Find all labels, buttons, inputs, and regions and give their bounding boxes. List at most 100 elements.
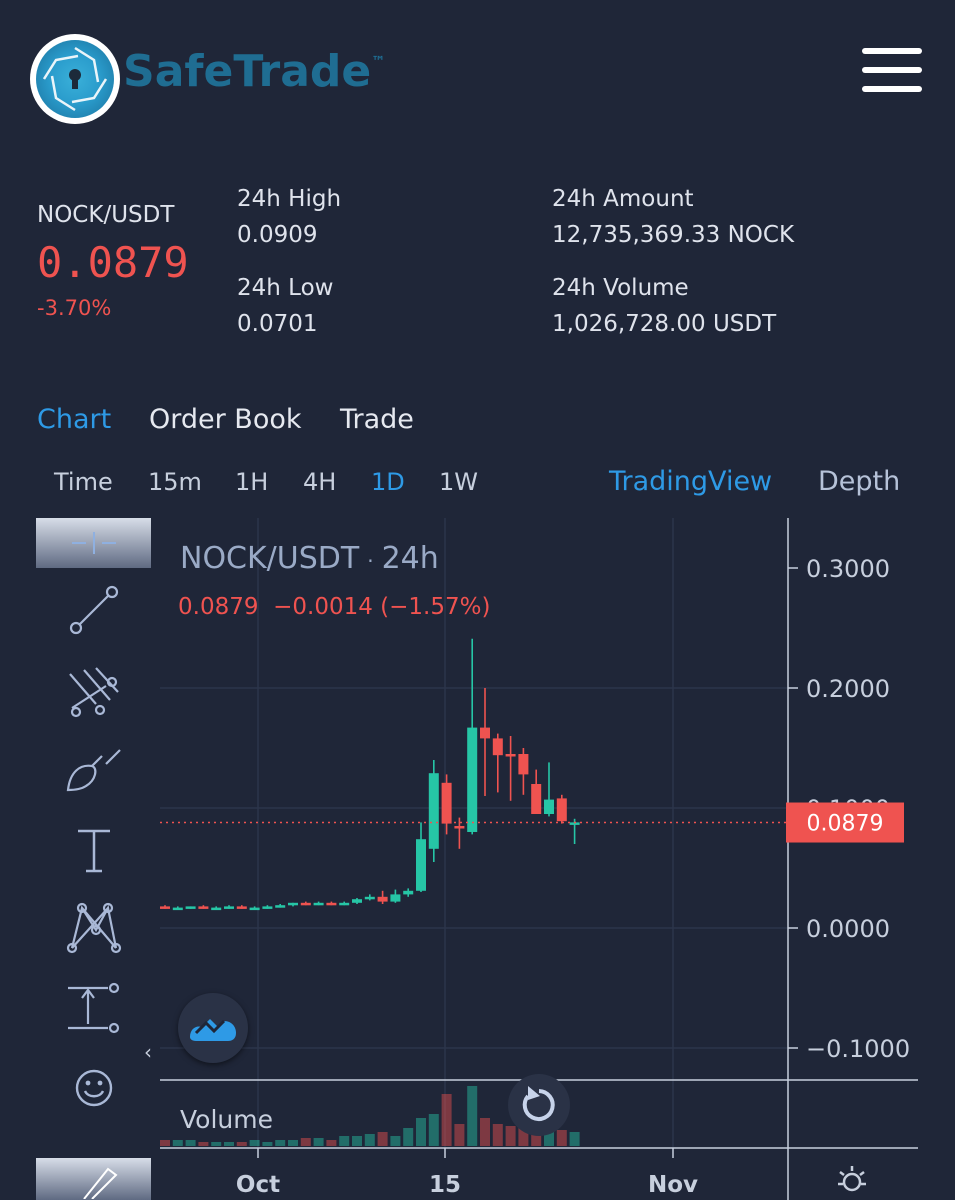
x-tick-label: 15 bbox=[429, 1172, 461, 1198]
crosshair-icon[interactable] bbox=[36, 518, 151, 568]
text-icon[interactable] bbox=[36, 820, 151, 880]
volume-bar bbox=[198, 1142, 209, 1146]
tradingview-logo-icon[interactable] bbox=[178, 993, 248, 1063]
volume-bar bbox=[172, 1140, 183, 1146]
volume-bar bbox=[467, 1086, 478, 1146]
candles bbox=[160, 638, 580, 911]
candle-body bbox=[224, 906, 234, 909]
volume-bar bbox=[390, 1136, 401, 1146]
reset-icon[interactable] bbox=[508, 1074, 570, 1136]
interval-1h[interactable]: 1H bbox=[235, 468, 268, 496]
candle-body bbox=[569, 822, 580, 825]
volume-24h-label: 24h Volume bbox=[552, 275, 689, 301]
last-price: 0.0879 bbox=[37, 238, 189, 287]
current-price-box bbox=[786, 802, 904, 843]
tab-chart[interactable]: Chart bbox=[37, 404, 111, 435]
y-tick-label: 0.1000 bbox=[806, 795, 890, 823]
candle-body bbox=[300, 902, 311, 906]
volume-bar bbox=[377, 1132, 388, 1146]
candle-body bbox=[454, 826, 465, 829]
settings-icon[interactable] bbox=[834, 1162, 870, 1198]
volume-bar bbox=[492, 1124, 503, 1146]
y-tick-label: 0.0000 bbox=[806, 915, 890, 943]
candle-body bbox=[518, 754, 529, 775]
volume-bar bbox=[313, 1138, 324, 1146]
brush-icon[interactable] bbox=[36, 740, 151, 800]
drawing-toolbar bbox=[36, 518, 151, 1200]
candle-body bbox=[480, 727, 490, 739]
volume-bar bbox=[224, 1142, 234, 1146]
candle-body bbox=[352, 899, 362, 903]
volume-bar bbox=[249, 1140, 260, 1146]
candle-body bbox=[416, 839, 426, 891]
pair-name: NOCK/USDT bbox=[37, 202, 175, 228]
low-24h-value: 0.0701 bbox=[237, 311, 318, 337]
volume-bar bbox=[236, 1142, 247, 1146]
price-axis: 0.3000 0.2000 0.1000 0.0000 −0.1000 bbox=[788, 555, 910, 1063]
volume-bar bbox=[441, 1094, 452, 1146]
volume-bar bbox=[569, 1132, 580, 1146]
price-change-percent: -3.70% bbox=[37, 296, 112, 320]
chart-grid bbox=[160, 518, 788, 1148]
volume-bar bbox=[454, 1124, 465, 1146]
volume-bar bbox=[300, 1138, 311, 1146]
candle-body bbox=[390, 894, 401, 902]
candle-body bbox=[236, 906, 247, 909]
legend-resolution: 24h bbox=[382, 541, 439, 576]
volume-bar bbox=[364, 1134, 375, 1146]
volume-bar bbox=[288, 1140, 298, 1146]
volume-bar bbox=[326, 1140, 337, 1146]
volume-24h-value: 1,026,728.00 USDT bbox=[552, 311, 777, 337]
candle-body bbox=[544, 799, 554, 814]
interval-4h[interactable]: 4H bbox=[303, 468, 336, 496]
hamburger-menu-icon[interactable] bbox=[862, 48, 922, 92]
candle-body bbox=[556, 798, 567, 822]
interval-1d[interactable]: 1D bbox=[371, 468, 405, 496]
ruler-icon[interactable] bbox=[36, 1158, 151, 1200]
x-tick-label: Nov bbox=[648, 1172, 698, 1198]
candle-body bbox=[275, 905, 286, 908]
candle-body bbox=[364, 896, 375, 900]
volume-bar bbox=[160, 1140, 170, 1146]
volume-label: Volume bbox=[180, 1105, 273, 1134]
legend-ohlc: 0.0879 −0.0014 (−1.57%) bbox=[178, 594, 490, 620]
candle-body bbox=[262, 906, 273, 909]
interval-1w[interactable]: 1W bbox=[439, 468, 478, 496]
svg-text:NOCK/USDT·24h: NOCK/USDT · 24h bbox=[180, 541, 439, 576]
measure-icon[interactable] bbox=[36, 978, 151, 1038]
candle-body bbox=[211, 907, 222, 911]
legend-symbol: NOCK/USDT bbox=[180, 541, 360, 576]
candle-body bbox=[313, 902, 324, 906]
volume-bar bbox=[352, 1136, 362, 1146]
fib-icon[interactable] bbox=[36, 662, 151, 722]
tab-trade[interactable]: Trade bbox=[340, 404, 414, 435]
y-tick-label: 0.3000 bbox=[806, 555, 890, 583]
collapse-toolbar-icon[interactable]: ‹ bbox=[144, 1040, 152, 1064]
pattern-icon[interactable] bbox=[36, 898, 151, 958]
candle-body bbox=[467, 727, 478, 832]
candle-body bbox=[288, 902, 298, 906]
time-axis: Oct 15 Nov bbox=[236, 1148, 698, 1198]
trend-line-icon[interactable] bbox=[36, 580, 151, 640]
volume-bar bbox=[428, 1114, 439, 1146]
emoji-icon[interactable] bbox=[36, 1058, 151, 1118]
candle-body bbox=[198, 906, 209, 909]
brand-name: SafeTrade™ bbox=[123, 46, 386, 97]
candle-body bbox=[339, 902, 350, 906]
legend-separator: · bbox=[367, 549, 373, 573]
view-depth[interactable]: Depth bbox=[818, 466, 900, 497]
candle-body bbox=[326, 902, 337, 906]
tab-order-book[interactable]: Order Book bbox=[149, 404, 302, 435]
candle-body bbox=[185, 906, 196, 909]
view-tradingview[interactable]: TradingView bbox=[609, 466, 772, 497]
candle-body bbox=[172, 907, 183, 911]
volume-bar bbox=[211, 1142, 222, 1146]
safetrade-logo-icon[interactable] bbox=[30, 34, 120, 124]
volume-bar bbox=[262, 1142, 273, 1146]
high-24h-value: 0.0909 bbox=[237, 222, 318, 248]
candle-body bbox=[249, 907, 260, 911]
amount-24h-value: 12,735,369.33 NOCK bbox=[552, 222, 795, 248]
interval-time[interactable]: Time bbox=[54, 468, 113, 496]
interval-15m[interactable]: 15m bbox=[148, 468, 202, 496]
volume-bar bbox=[403, 1128, 414, 1146]
